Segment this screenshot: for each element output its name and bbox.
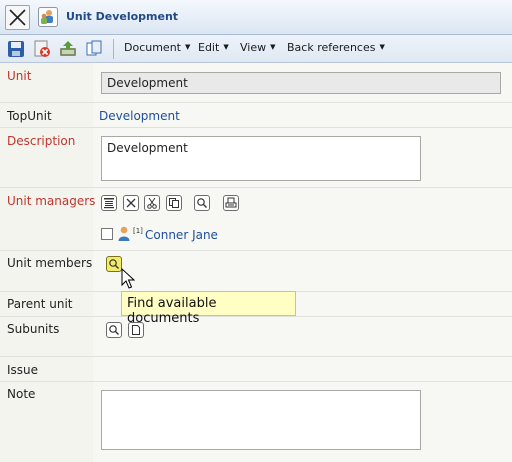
row-issue: Issue (0, 357, 512, 382)
unit-icon (38, 7, 58, 27)
add-manager-button[interactable] (101, 195, 117, 211)
menu-view[interactable]: View ▼ (240, 41, 276, 54)
close-button[interactable] (5, 5, 30, 30)
window-title: Unit Development (66, 10, 179, 23)
export-icon[interactable] (59, 40, 77, 58)
row-unit-members: Unit members (0, 251, 512, 292)
label-unit: Unit (7, 69, 32, 83)
menu-back-references[interactable]: Back references ▼ (287, 41, 385, 54)
remove-manager-button[interactable] (123, 195, 139, 211)
tooltip: Find available documents (121, 291, 296, 326)
manager-link[interactable]: Conner Jane (145, 228, 218, 242)
row-unit-managers: Unit managers [1] Conner Jane (0, 188, 512, 251)
title-bar: Unit Development (0, 0, 512, 35)
row-subunits: Subunits (0, 317, 512, 357)
search-icon (109, 259, 119, 269)
row-description: Description Development (0, 128, 512, 188)
label-unit-managers: Unit managers (7, 194, 96, 208)
mouse-cursor-icon (121, 268, 135, 289)
label-issue: Issue (7, 363, 39, 377)
row-note: Note (0, 382, 512, 462)
copy-icon[interactable] (85, 40, 103, 58)
cut-manager-button[interactable] (144, 195, 160, 211)
row-topunit: TopUnit Development (0, 103, 512, 128)
close-icon (9, 9, 26, 26)
search-icon (197, 198, 207, 208)
unit-field: Development (101, 72, 501, 94)
list-add-icon (104, 198, 114, 209)
label-subunits: Subunits (7, 322, 60, 336)
manager-checkbox[interactable] (101, 228, 113, 240)
person-icon (118, 226, 130, 241)
menu-edit[interactable]: Edit ▼ (198, 41, 229, 54)
topunit-link[interactable]: Development (99, 109, 180, 123)
label-note: Note (7, 387, 36, 401)
toolbar-separator (113, 39, 114, 59)
toolbar: Document ▼ Edit ▼ View ▼ Back references ▼ (0, 35, 512, 63)
print-icon (225, 197, 237, 208)
delete-icon[interactable] (33, 40, 51, 58)
label-description: Description (7, 134, 76, 148)
search-icon (109, 325, 119, 335)
description-field[interactable]: Development (101, 136, 421, 181)
note-field[interactable] (101, 390, 421, 450)
row-unit: Unit Development (0, 63, 512, 103)
print-manager-button[interactable] (223, 195, 239, 211)
search-manager-button[interactable] (194, 195, 210, 211)
label-parent-unit: Parent unit (7, 297, 73, 311)
cut-icon (147, 197, 157, 209)
manager-superscript: [1] (133, 227, 143, 235)
remove-icon (126, 198, 136, 208)
find-members-button[interactable] (106, 256, 122, 272)
copy-manager-button[interactable] (166, 195, 182, 211)
menu-document[interactable]: Document ▼ (124, 41, 190, 54)
copy-icon (169, 198, 179, 208)
label-unit-members: Unit members (7, 256, 93, 270)
form: Unit Development TopUnit Development Des… (0, 63, 512, 462)
search-subunits-button[interactable] (106, 322, 122, 338)
label-topunit: TopUnit (7, 109, 52, 123)
save-icon[interactable] (7, 40, 25, 58)
